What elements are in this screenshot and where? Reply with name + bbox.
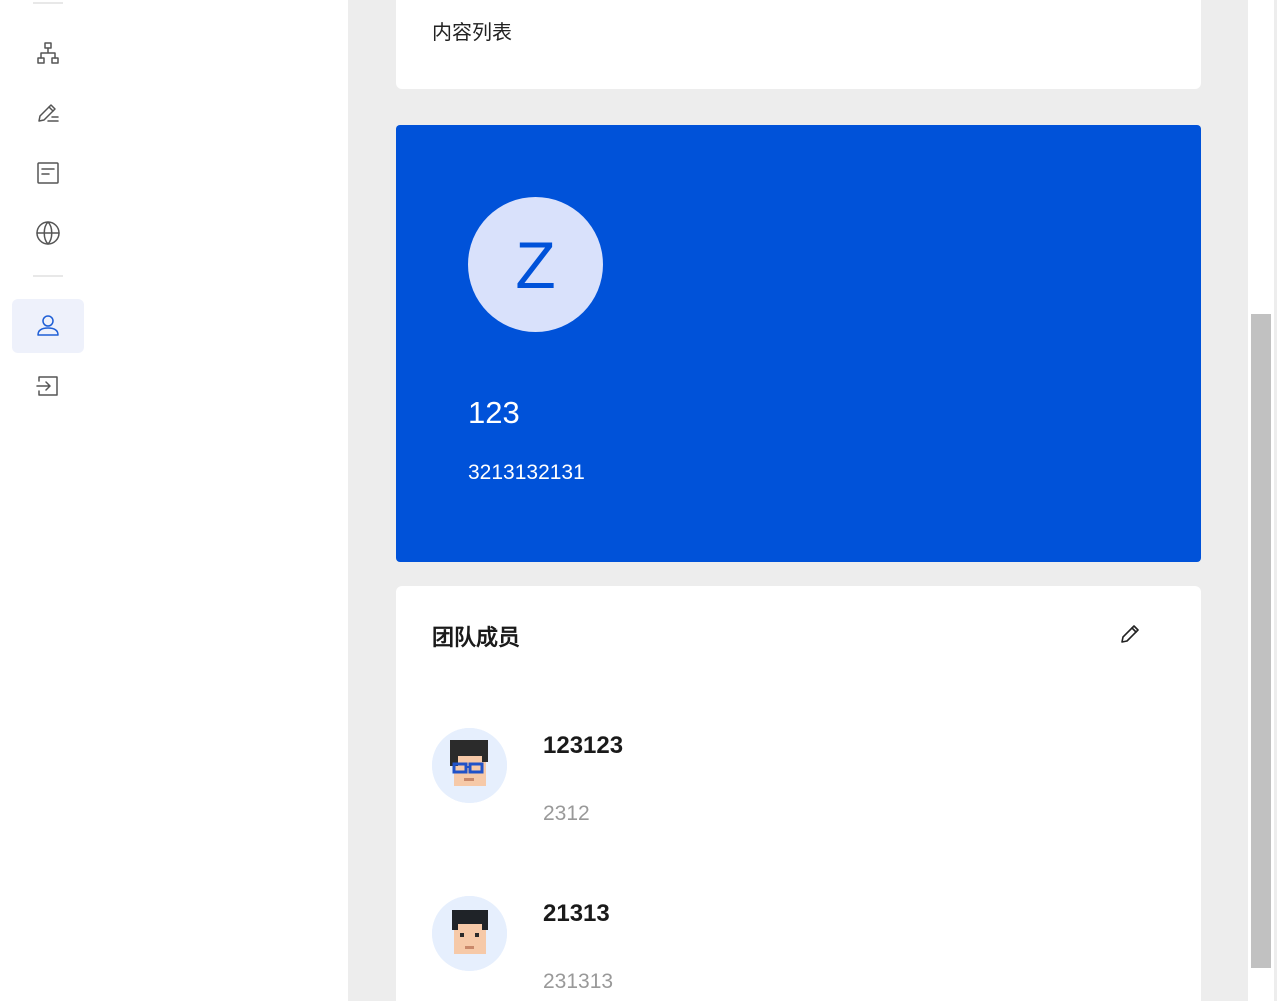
member-subtitle: 231313 [543, 970, 614, 993]
logout-icon [36, 376, 58, 396]
document-icon [37, 162, 59, 184]
sidebar-item-user[interactable] [12, 299, 84, 353]
team-member-item[interactable]: 21313 231313 [432, 896, 1132, 1001]
member-name: 123123 [543, 732, 624, 759]
sidebar-item-document[interactable] [12, 146, 84, 200]
scrollbar-thumb[interactable] [1251, 314, 1271, 968]
sidebar-divider [33, 275, 63, 277]
globe-icon [36, 221, 60, 245]
pixel-avatar-glasses-icon [432, 728, 507, 803]
team-members-card: 团队成员 123123 2312 21313 231313 [396, 586, 1201, 1001]
member-avatar [432, 728, 507, 803]
profile-name: 123 [468, 395, 520, 430]
member-avatar [432, 896, 507, 971]
sidebar-item-edit[interactable] [12, 86, 84, 140]
member-name: 21313 [543, 900, 610, 927]
team-member-item[interactable]: 123123 2312 [432, 728, 1132, 838]
profile-avatar: Z [468, 197, 603, 332]
sidebar-divider [33, 2, 63, 4]
edit-icon [1121, 625, 1139, 643]
content-list-card: 内容列表 [396, 0, 1201, 89]
sidebar-item-org-structure[interactable] [12, 26, 84, 80]
edit-team-button[interactable] [1116, 620, 1144, 648]
sidebar [0, 0, 348, 1001]
pixel-avatar-icon [432, 896, 507, 971]
pencil-lines-icon [38, 104, 59, 122]
team-members-title: 团队成员 [432, 625, 521, 650]
sidebar-item-globe[interactable] [12, 206, 84, 260]
user-icon [37, 315, 59, 336]
content-list-label: 内容列表 [432, 22, 512, 44]
profile-card: Z 123 3213132131 [396, 125, 1201, 562]
member-subtitle: 2312 [543, 802, 590, 825]
org-tree-icon [37, 42, 59, 64]
sidebar-item-logout[interactable] [12, 359, 84, 413]
profile-phone: 3213132131 [468, 461, 585, 484]
